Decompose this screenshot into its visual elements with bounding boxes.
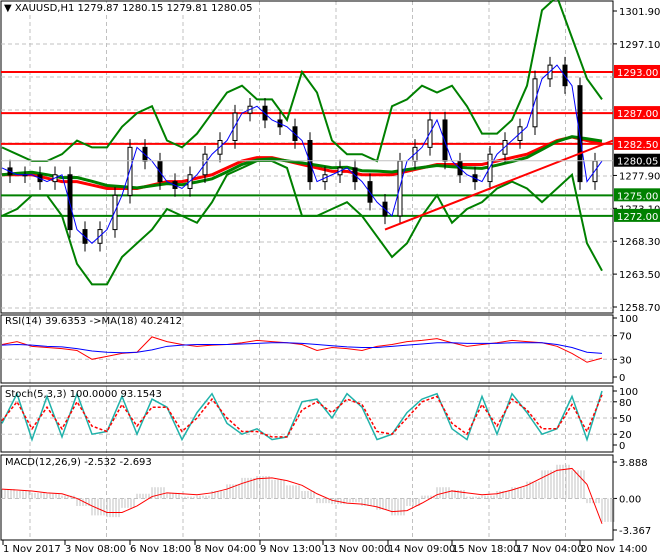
chart-canvas: 1301.901297.101277.901273.101268.301263.… (0, 0, 660, 555)
time-tick-label: 6 Nov 18:00 (130, 544, 191, 555)
time-tick-label: 17 Nov 04:00 (516, 544, 583, 555)
resistance-line-label: 1287.00 (617, 109, 658, 120)
dropdown-triangle-icon[interactable]: ▼ (4, 3, 12, 14)
time-tick-label: 3 Nov 08:00 (65, 544, 126, 555)
ohlc-values: 1279.87 1280.15 1279.81 1280.05 (77, 3, 253, 14)
time-tick-label: 1 Nov 2017 (3, 544, 61, 555)
stoch-tick-label: 80 (619, 398, 632, 409)
current-price-label: 1280.05 (617, 157, 658, 168)
rsi-tick-label: 0 (619, 373, 625, 384)
resistance-line-label: 1282.50 (617, 140, 658, 151)
bollinger-upper-band (1, 0, 603, 163)
time-tick-label: 13 Nov 00:00 (323, 544, 390, 555)
price-tick-label: 1263.50 (619, 270, 660, 281)
rsi-tick-label: 70 (619, 332, 632, 343)
price-tick-label: 1301.90 (619, 7, 660, 18)
time-tick-label: 8 Nov 04:00 (195, 544, 256, 555)
rsi-tick-label: 30 (619, 355, 632, 366)
rsi-line (1, 336, 603, 363)
support-line-label: 1275.00 (617, 191, 658, 202)
chart-window: 1301.901297.101277.901273.101268.301263.… (0, 0, 660, 560)
stoch-tick-label: 20 (619, 430, 632, 441)
time-tick-label: 9 Nov 13:00 (260, 544, 321, 555)
time-tick-label: 15 Nov 18:00 (452, 544, 519, 555)
stoch-tick-label: 0 (619, 441, 625, 452)
symbol-header: ▼ XAUUSD,H1 1279.87 1280.15 1279.81 1280… (4, 3, 255, 14)
stoch-tick-label: 100 (619, 387, 638, 398)
rsi-title: RSI(14) 39.6353 ->MA(18) 40.2412 (5, 316, 182, 327)
price-tick-label: 1258.70 (619, 303, 660, 314)
price-tick-label: 1277.90 (619, 171, 660, 182)
macd-tick-label: 3.888 (619, 458, 648, 469)
price-tick-label: 1297.10 (619, 40, 660, 51)
rsi-tick-label: 100 (619, 314, 638, 325)
stoch-title: Stoch(5,3,3) 100.0000 93.1543 (5, 389, 162, 400)
symbol-label: XAUUSD,H1 (14, 3, 75, 14)
price-tick-label: 1268.30 (619, 237, 660, 248)
resistance-line-label: 1293.00 (617, 68, 658, 79)
macd-tick-label: -3.367 (619, 526, 651, 537)
macd-title: MACD(12,26,9) -2.532 -2.693 (5, 457, 152, 468)
time-tick-label: 14 Nov 09:00 (388, 544, 455, 555)
time-tick-label: 20 Nov 14:00 (580, 544, 647, 555)
macd-tick-label: 0.00 (619, 494, 641, 505)
stoch-tick-label: 50 (619, 414, 632, 425)
support-line-label: 1272.00 (617, 212, 658, 223)
